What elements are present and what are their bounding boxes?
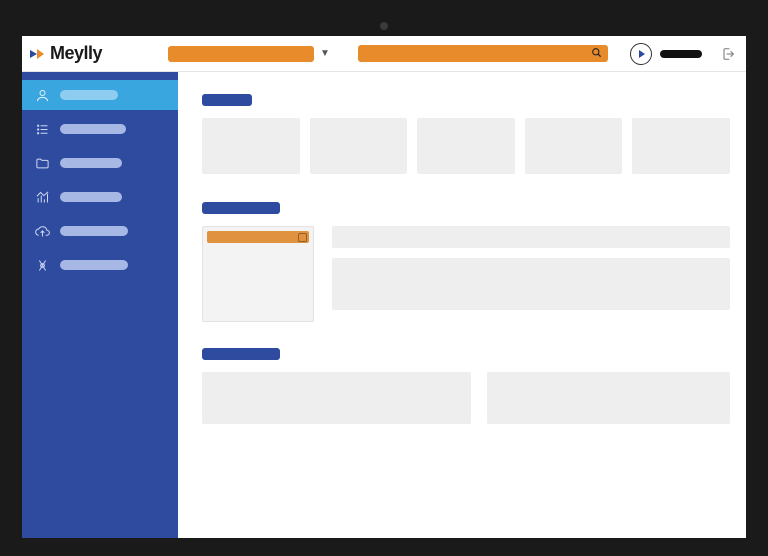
device-camera-dot: [380, 22, 388, 30]
section-3-cards: [202, 372, 730, 424]
nav-item-user[interactable]: [22, 80, 178, 110]
section-2-panel[interactable]: [202, 226, 314, 322]
context-selector-value: [168, 46, 314, 62]
nav-item-folder[interactable]: [22, 148, 178, 178]
section-2-row-2[interactable]: [332, 258, 730, 310]
section-1-card-1[interactable]: [202, 118, 300, 174]
section-2-panel-tab[interactable]: [207, 231, 309, 243]
section-2-body: [202, 226, 730, 322]
nav-item-label: [60, 260, 128, 270]
app-launcher-button[interactable]: [630, 43, 652, 65]
section-2-row-1[interactable]: [332, 226, 730, 248]
section-2-detail: [332, 226, 730, 310]
nav-item-settings[interactable]: [22, 250, 178, 280]
search-field[interactable]: [358, 45, 608, 62]
app-screen: Meylly ▼: [22, 36, 746, 538]
context-selector[interactable]: ▼: [168, 46, 330, 62]
brand-logo[interactable]: Meylly: [30, 43, 160, 64]
brand-logo-mark: [30, 46, 46, 62]
settings-icon: [34, 257, 50, 273]
upload-icon: [34, 223, 50, 239]
section-1-card-4[interactable]: [525, 118, 623, 174]
folder-icon: [34, 155, 50, 171]
nav-item-chart[interactable]: [22, 182, 178, 212]
section-1-cards: [202, 118, 730, 174]
nav-item-label: [60, 90, 118, 100]
section-3-title: [202, 348, 280, 360]
brand-name: Meylly: [50, 43, 102, 64]
nav-item-upload[interactable]: [22, 216, 178, 246]
section-3-card-1[interactable]: [202, 372, 471, 424]
nav-item-label: [60, 226, 128, 236]
section-2-title: [202, 202, 280, 214]
section-1-title: [202, 94, 252, 106]
chevron-down-icon: ▼: [320, 48, 330, 59]
logout-icon: [720, 46, 736, 62]
nav-item-label: [60, 192, 122, 202]
list-icon: [34, 121, 50, 137]
user-icon: [34, 87, 50, 103]
section-1-card-2[interactable]: [310, 118, 408, 174]
user-menu[interactable]: [660, 50, 702, 58]
section-3-card-2[interactable]: [487, 372, 730, 424]
section-1-card-5[interactable]: [632, 118, 730, 174]
app-body: [22, 72, 746, 538]
device-frame: Meylly ▼: [0, 0, 768, 556]
chart-icon: [34, 189, 50, 205]
sidebar: [22, 72, 178, 538]
logout-button[interactable]: [720, 46, 736, 62]
search-input[interactable]: [358, 45, 608, 62]
main-content: [178, 72, 746, 538]
nav-item-label: [60, 124, 126, 134]
play-icon: [639, 50, 645, 58]
nav-item-label: [60, 158, 122, 168]
section-1-card-3[interactable]: [417, 118, 515, 174]
top-bar: Meylly ▼: [22, 36, 746, 72]
search-icon[interactable]: [591, 47, 602, 61]
nav-item-list[interactable]: [22, 114, 178, 144]
